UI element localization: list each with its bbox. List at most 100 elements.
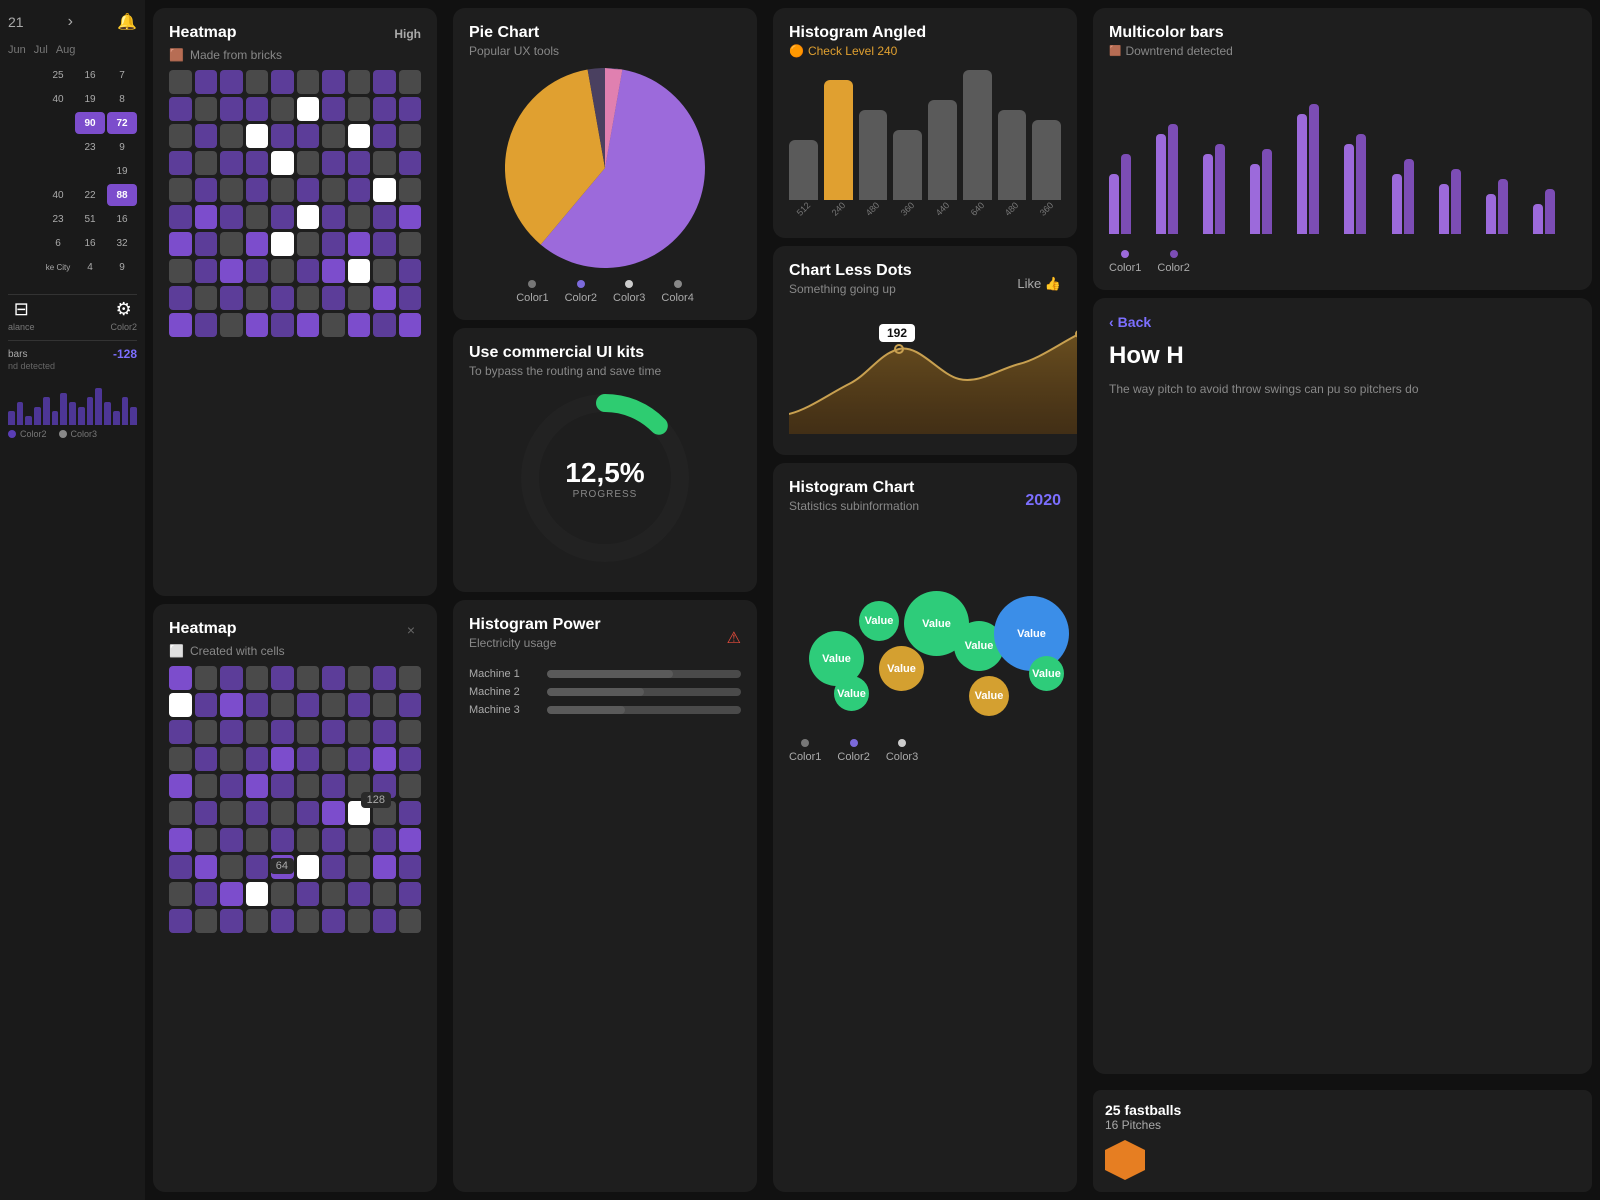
year-badge: 2020 — [1025, 492, 1061, 510]
bell-icon[interactable]: 🔔 — [117, 12, 137, 32]
calendar-grid: 25 16 7 40 19 8 90 72 23 9 19 40 22 88 2… — [8, 64, 137, 278]
pie-chart-container: Color1 Color2 Color3 Color4 — [469, 68, 741, 304]
mb-bar-wrap — [1203, 144, 1246, 234]
hist-bar-fill-2 — [547, 688, 644, 696]
hm2-val1: 128 — [361, 792, 391, 808]
histogram-angled-alert: 🟠 Check Level 240 — [789, 44, 926, 58]
downtrend-label: nd detected — [8, 361, 137, 371]
hist-row-2: Machine 2 — [469, 686, 741, 698]
hist-row-3: Machine 3 — [469, 704, 741, 716]
settings-btn[interactable]: ⚙ Color2 — [110, 299, 137, 332]
bubble: Value — [969, 676, 1009, 716]
cal-cell: 16 — [107, 208, 137, 230]
back-button[interactable]: ‹ Back — [1109, 314, 1576, 330]
cal-cell: 7 — [107, 64, 137, 86]
cal-cell: 9 — [107, 136, 137, 158]
mb-bar — [1404, 159, 1414, 234]
warning-icon: ⚠ — [727, 628, 741, 648]
legend-color1: Color1 — [1109, 250, 1141, 274]
histogram-power-header: Histogram Power Electricity usage ⚠ — [469, 616, 741, 660]
hist-bar-bg-2 — [547, 688, 741, 696]
multicolor-bars-legend: Color1 Color2 — [1109, 250, 1576, 274]
cal-cell: 16 — [75, 64, 105, 86]
article-title: How H — [1109, 342, 1576, 370]
mb-bar — [1533, 204, 1543, 234]
ha-bar-wrap: 360 — [893, 130, 922, 214]
donut-label: 12,5% PROGRESS — [565, 457, 644, 500]
ha-bar-wrap: 512 — [789, 140, 818, 214]
hist-bar-fill-3 — [547, 706, 625, 714]
cal-cell-highlight: 90 — [75, 112, 105, 134]
ha-bar-highlight — [824, 80, 853, 200]
legend-item-color3: Color3 — [613, 280, 645, 304]
progress-panel: Use commercial UI kits To bypass the rou… — [453, 328, 757, 592]
multicolor-bars-subtitle: Downtrend detected — [1125, 44, 1232, 58]
ha-bar — [998, 110, 1027, 200]
histogram-chart-header: Histogram Chart Statistics subinformatio… — [789, 479, 1061, 523]
close-button[interactable]: × — [401, 620, 421, 640]
cal-cell-highlight: 72 — [107, 112, 137, 134]
ha-bar — [928, 100, 957, 200]
ha-bar-wrap: 640 — [963, 70, 992, 214]
histogram-angled-bars: 512 240 480 360 440 640 — [789, 62, 1061, 222]
mb-bar — [1121, 154, 1131, 234]
fastball-pitches: 16 Pitches — [1105, 1118, 1580, 1132]
histogram-chart-panel: Histogram Chart Statistics subinformatio… — [773, 463, 1077, 1192]
cal-cell: 23 — [43, 208, 73, 230]
heatmap2-subtitle: Created with cells — [190, 644, 285, 658]
mb-bar — [1203, 154, 1213, 234]
legend-color3: Color3 — [71, 429, 98, 439]
cal-cell: 51 — [75, 208, 105, 230]
cal-cell: 9 — [107, 256, 137, 278]
chevron-right-icon[interactable]: › — [68, 13, 73, 31]
legend-color2: Color2 — [1157, 250, 1189, 274]
multicolor-bars-header: Multicolor bars 🟫 Downtrend detected — [1109, 24, 1576, 58]
histogram-chart-title: Histogram Chart — [789, 479, 919, 497]
mb-bar — [1344, 144, 1354, 234]
cal-cell: 8 — [107, 88, 137, 110]
histogram-angled-header: Histogram Angled 🟠 Check Level 240 — [789, 24, 1061, 58]
bubble: Value — [859, 601, 899, 641]
histogram-power-bars: Machine 1 Machine 2 Machine 3 — [469, 668, 741, 716]
mb-bar — [1392, 174, 1402, 234]
cal-row: 23 51 16 — [8, 208, 137, 230]
charts-column3: Pie Chart Popular UX tools Color1 — [445, 0, 765, 1200]
chart-less-dots-subtitle: Something going up — [789, 282, 912, 296]
bubble: Value — [834, 676, 869, 711]
cal-row: 19 — [8, 160, 137, 182]
pie-chart-subtitle: Popular UX tools — [469, 44, 741, 58]
cal-cell: 19 — [107, 160, 137, 182]
charts-column5: Multicolor bars 🟫 Downtrend detected — [1085, 0, 1600, 1200]
pie-chart-panel: Pie Chart Popular UX tools Color1 — [453, 8, 757, 320]
mb-bar-wrap — [1297, 104, 1340, 234]
cal-cell: 22 — [75, 184, 105, 206]
legend-item-color1: Color1 — [516, 280, 548, 304]
cal-row: 23 9 — [8, 136, 137, 158]
heatmap2-header: Heatmap × — [169, 620, 421, 640]
like-button[interactable]: Like 👍 — [1017, 276, 1061, 292]
cal-cell: 23 — [75, 136, 105, 158]
donut-pct: 12,5% — [565, 457, 644, 489]
sidebar-calendar: 21 › 🔔 Jun Jul Aug 25 16 7 40 19 8 90 72… — [0, 0, 145, 1200]
chevron-left-icon: ‹ — [1109, 314, 1114, 330]
heatmap2-panel: Heatmap × ⬜ Created with cells — [153, 604, 437, 1192]
multicolor-bars-title: Multicolor bars — [1109, 24, 1233, 42]
donut-container: 12,5% PROGRESS — [469, 388, 741, 568]
mb-bar-wrap — [1486, 179, 1529, 234]
cal-cell: 6 — [43, 232, 73, 254]
mb-bar — [1486, 194, 1496, 234]
chart-less-dots-title: Chart Less Dots — [789, 262, 912, 280]
pie-chart-svg — [505, 68, 705, 268]
heatmap2-title: Heatmap — [169, 620, 237, 638]
histogram-angled-panel: Histogram Angled 🟠 Check Level 240 512 2… — [773, 8, 1077, 238]
heatmap1-title: Heatmap — [169, 24, 237, 42]
mb-bar — [1250, 164, 1260, 234]
legend-color3: Color3 — [886, 739, 918, 763]
chart-tooltip: 192 — [879, 324, 915, 342]
multicolor-bars-panel: Multicolor bars 🟫 Downtrend detected — [1093, 8, 1592, 290]
histogram-power-panel: Histogram Power Electricity usage ⚠ Mach… — [453, 600, 757, 1192]
balance-btn[interactable]: ⊟ alance — [8, 299, 35, 332]
line-chart-svg — [789, 314, 1077, 434]
histogram-chart-subtitle: Statistics subinformation — [789, 499, 919, 513]
pie-legend: Color1 Color2 Color3 Color4 — [516, 280, 694, 304]
